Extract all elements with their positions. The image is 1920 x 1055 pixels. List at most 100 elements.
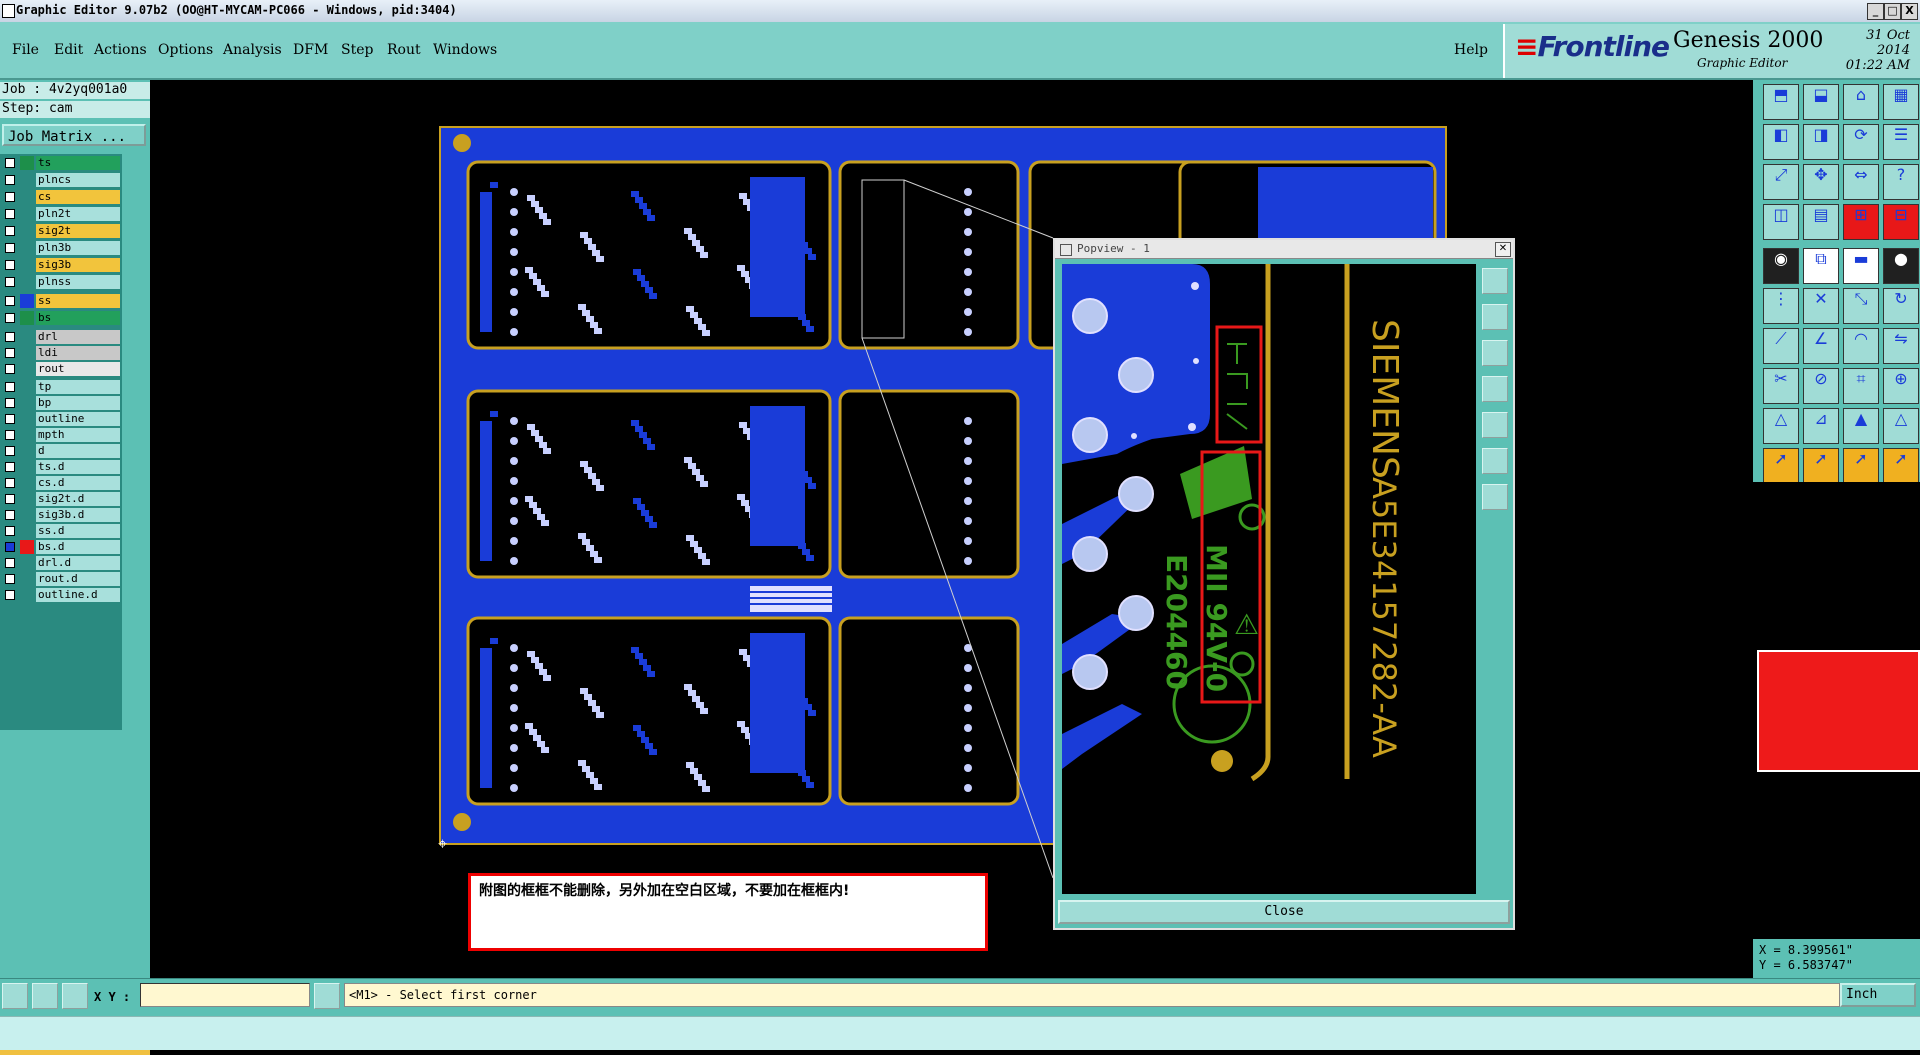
layer-name[interactable]: ss.d — [36, 524, 120, 538]
edit-triangle-icon[interactable]: ⊿ — [1803, 408, 1839, 444]
menu-rout[interactable]: Rout — [387, 42, 421, 58]
layer-color-swatch[interactable] — [20, 380, 34, 394]
layer-color-swatch[interactable] — [20, 275, 34, 289]
outline-icon[interactable]: △ — [1883, 408, 1919, 444]
layer-row-pln3b[interactable]: pln3b — [2, 241, 120, 255]
pointer-filled-icon[interactable]: ➚ — [1803, 448, 1839, 484]
layer-color-swatch[interactable] — [20, 396, 34, 410]
delete-icon[interactable]: ✕ — [1803, 288, 1839, 324]
layer-checkbox[interactable] — [5, 260, 15, 270]
layer-checkbox[interactable] — [5, 542, 15, 552]
layer-color-swatch[interactable] — [20, 224, 34, 238]
popview-save-icon[interactable] — [1482, 340, 1508, 366]
layer-name[interactable]: cs.d — [36, 476, 120, 490]
list-icon[interactable]: ☰ — [1883, 124, 1919, 160]
layer-row-ss[interactable]: ss — [2, 294, 120, 308]
node-icon[interactable]: ⋮ — [1763, 288, 1799, 324]
layer-color-swatch[interactable] — [20, 190, 34, 204]
job-matrix-button[interactable]: Job Matrix ... — [2, 124, 146, 146]
layer-checkbox[interactable] — [5, 574, 15, 584]
open-icon[interactable]: ⬒ — [1763, 84, 1799, 120]
layer-name[interactable]: pln2t — [36, 207, 120, 221]
layer-row-ss-d[interactable]: ss.d — [2, 524, 120, 538]
popview-menu-icon[interactable] — [1060, 244, 1072, 256]
close-window-button[interactable]: X — [1901, 3, 1918, 20]
maximize-button[interactable]: □ — [1884, 3, 1901, 20]
layer-checkbox[interactable] — [5, 296, 15, 306]
popview-close-icon[interactable]: ✕ — [1495, 242, 1511, 257]
layer-row-cs[interactable]: cs — [2, 190, 120, 204]
layer-name[interactable]: sig2t — [36, 224, 120, 238]
layer-name[interactable]: plnss — [36, 275, 120, 289]
zoom-in-icon[interactable]: ◧ — [1763, 124, 1799, 160]
layer-color-swatch[interactable] — [20, 460, 34, 474]
menu-step[interactable]: Step — [341, 42, 373, 58]
layer-color-swatch[interactable] — [20, 173, 34, 187]
xy-input[interactable] — [140, 983, 310, 1007]
layer-color-swatch[interactable] — [20, 444, 34, 458]
fill-icon[interactable]: ▲ — [1843, 408, 1879, 444]
grid-icon[interactable] — [62, 983, 88, 1009]
layer-checkbox[interactable] — [5, 243, 15, 253]
layer-name[interactable]: ldi — [36, 346, 120, 360]
menu-file[interactable]: File — [12, 42, 39, 58]
layer-checkbox[interactable] — [5, 332, 15, 342]
layer-color-swatch[interactable] — [20, 508, 34, 522]
menu-analysis[interactable]: Analysis — [223, 42, 282, 58]
layer-row-pln2t[interactable]: pln2t — [2, 207, 120, 221]
layer-checkbox[interactable] — [5, 526, 15, 536]
layer-row-d[interactable]: d — [2, 444, 120, 458]
layer-row-outline-d[interactable]: outline.d — [2, 588, 120, 602]
popview-canvas[interactable]: SIEMENS A5E34157282-AA E204460 MII 94V-0… — [1062, 264, 1476, 894]
redo-icon[interactable]: ⟳ — [1843, 124, 1879, 160]
layer-name[interactable]: mpth — [36, 428, 120, 442]
record-icon[interactable]: ● — [1883, 248, 1919, 284]
layer-checkbox[interactable] — [5, 348, 15, 358]
layer-name[interactable]: sig3b — [36, 258, 120, 272]
save-icon[interactable]: ⬓ — [1803, 84, 1839, 120]
layer-row-bs-d[interactable]: bs.d — [2, 540, 120, 554]
info-icon[interactable] — [314, 983, 340, 1009]
layer-checkbox[interactable] — [5, 158, 15, 168]
pointer-icon[interactable]: ➚ — [1763, 448, 1799, 484]
layer-name[interactable]: tp — [36, 380, 120, 394]
minimize-button[interactable]: _ — [1867, 3, 1884, 20]
overview-color-box[interactable] — [1757, 650, 1920, 772]
layer-color-swatch[interactable] — [20, 330, 34, 344]
window-icon[interactable]: ▦ — [1883, 84, 1919, 120]
menu-edit[interactable]: Edit — [54, 42, 83, 58]
layer-checkbox[interactable] — [5, 364, 15, 374]
layer-name[interactable]: rout — [36, 362, 120, 376]
layer-row-bs[interactable]: bs — [2, 311, 120, 325]
layer-color-swatch[interactable] — [20, 207, 34, 221]
popview-title-bar[interactable]: Popview - 1 ✕ — [1055, 240, 1513, 259]
split-icon[interactable]: ⊘ — [1803, 368, 1839, 404]
menu-actions[interactable]: Actions — [94, 42, 147, 58]
layer-checkbox[interactable] — [5, 175, 15, 185]
layer-color-swatch[interactable] — [20, 294, 34, 308]
layer-color-swatch[interactable] — [20, 362, 34, 376]
triangle-icon[interactable]: △ — [1763, 408, 1799, 444]
pointer-drag-icon[interactable]: ➚ — [1883, 448, 1919, 484]
layer-row-cs-d[interactable]: cs.d — [2, 476, 120, 490]
layer-color-swatch[interactable] — [20, 258, 34, 272]
layer-row-plncs[interactable]: plncs — [2, 173, 120, 187]
menu-help[interactable]: Help — [1454, 42, 1488, 58]
layer-color-swatch[interactable] — [20, 476, 34, 490]
menu-options[interactable]: Options — [158, 42, 213, 58]
layer-row-ldi[interactable]: ldi — [2, 346, 120, 360]
layer-color-swatch[interactable] — [20, 346, 34, 360]
layer-name[interactable]: outline.d — [36, 588, 120, 602]
layer-name[interactable]: cs — [36, 190, 120, 204]
layer-checkbox[interactable] — [5, 478, 15, 488]
snapshot-icon[interactable]: ◫ — [1763, 204, 1799, 240]
layer-checkbox[interactable] — [5, 510, 15, 520]
layer-color-swatch[interactable] — [20, 572, 34, 586]
layer-name[interactable]: bp — [36, 396, 120, 410]
unit-select[interactable]: Inch — [1840, 983, 1916, 1007]
measure-icon[interactable] — [32, 983, 58, 1009]
layer-checkbox[interactable] — [5, 313, 15, 323]
layer-color-swatch[interactable] — [20, 156, 34, 170]
layer-name[interactable]: sig3b.d — [36, 508, 120, 522]
layer-color-swatch[interactable] — [20, 556, 34, 570]
